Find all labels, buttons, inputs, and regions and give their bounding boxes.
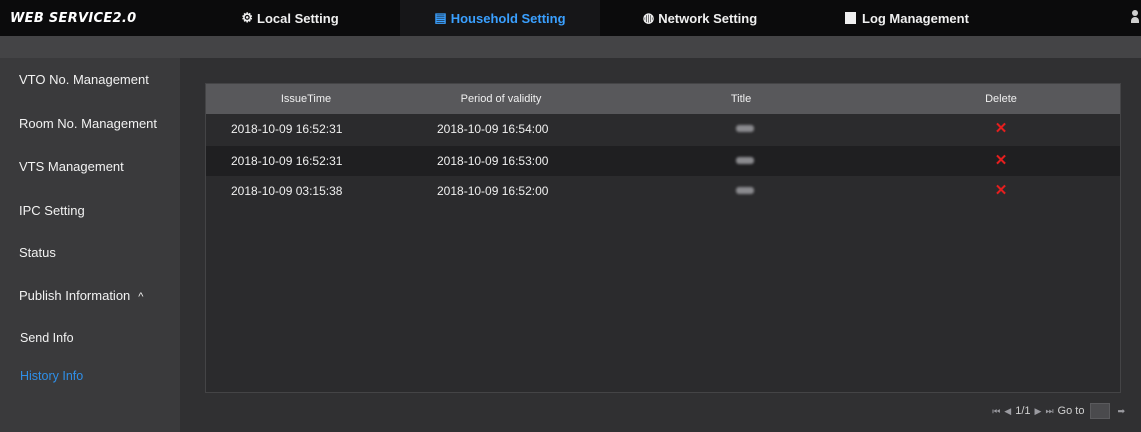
sidebar-item-ipc-setting[interactable]: IPC Setting bbox=[19, 203, 85, 218]
tab-label: Local Setting bbox=[257, 10, 339, 26]
household-icon: ▤ bbox=[434, 10, 447, 25]
table-header: IssueTime Period of validity Title Delet… bbox=[206, 84, 1120, 114]
tab-log-management[interactable]: Log Management bbox=[830, 0, 990, 36]
gear-icon: ⚙ bbox=[241, 10, 254, 25]
top-navigation-bar: WEB SERVICE2.0 ⚙ Local Setting ▤ Househo… bbox=[0, 0, 1141, 36]
last-page-icon[interactable]: ⏭ bbox=[1045, 406, 1053, 417]
first-page-icon[interactable]: ⏮ bbox=[992, 406, 1000, 417]
tab-label: Household Setting bbox=[450, 10, 566, 26]
brand-logo: WEB SERVICE2.0 bbox=[10, 11, 137, 26]
validity-cell: 2018-10-09 16:53:00 bbox=[437, 154, 549, 168]
issue-time-cell: 2018-10-09 16:52:31 bbox=[231, 154, 343, 168]
sidebar: VTO No. Management Room No. Management V… bbox=[0, 58, 180, 432]
table-row[interactable]: 2018-10-09 03:15:38 2018-10-09 16:52:00 … bbox=[206, 176, 1120, 206]
sidebar-item-publish-information[interactable]: Publish Information ^ bbox=[19, 288, 143, 303]
delete-icon[interactable]: ✕ bbox=[993, 119, 1009, 137]
tab-network-setting[interactable]: ◍ Network Setting bbox=[620, 0, 780, 36]
tab-label: Log Management bbox=[862, 10, 969, 26]
main-panel: IssueTime Period of validity Title Delet… bbox=[180, 58, 1141, 432]
title-cell-redacted bbox=[736, 125, 754, 132]
validity-cell: 2018-10-09 16:52:00 bbox=[437, 184, 549, 198]
tab-label: Network Setting bbox=[658, 10, 758, 26]
sidebar-item-room-management[interactable]: Room No. Management bbox=[19, 116, 157, 131]
sidebar-item-vts-management[interactable]: VTS Management bbox=[19, 159, 124, 174]
table-row[interactable]: 2018-10-09 16:52:31 2018-10-09 16:53:00 … bbox=[206, 146, 1120, 176]
title-cell-redacted bbox=[736, 187, 754, 194]
table-row[interactable]: 2018-10-09 16:52:31 2018-10-09 16:54:00 … bbox=[206, 114, 1120, 144]
chevron-up-icon: ^ bbox=[138, 291, 144, 303]
sidebar-item-status[interactable]: Status bbox=[19, 245, 56, 260]
log-icon bbox=[845, 12, 856, 24]
user-icon[interactable] bbox=[1131, 10, 1139, 24]
pagination: ⏮ ◀ 1/1 ▶ ⏭ Go to ➡ bbox=[992, 403, 1125, 419]
delete-icon[interactable]: ✕ bbox=[993, 181, 1009, 199]
next-page-icon[interactable]: ▶ bbox=[1035, 406, 1042, 417]
goto-label: Go to bbox=[1057, 405, 1085, 417]
sidebar-item-label: Publish Information bbox=[19, 288, 131, 303]
sidebar-item-history-info[interactable]: History Info bbox=[20, 369, 83, 383]
column-header-issue-time: IssueTime bbox=[280, 93, 332, 105]
column-header-title: Title bbox=[730, 93, 752, 105]
title-cell-redacted bbox=[736, 157, 754, 164]
column-header-validity: Period of validity bbox=[460, 93, 542, 105]
history-table: IssueTime Period of validity Title Delet… bbox=[205, 83, 1121, 393]
globe-icon: ◍ bbox=[642, 10, 655, 25]
tab-household-setting[interactable]: ▤ Household Setting bbox=[400, 0, 600, 36]
sidebar-item-send-info[interactable]: Send Info bbox=[20, 331, 74, 345]
tab-local-setting[interactable]: ⚙ Local Setting bbox=[210, 0, 370, 36]
issue-time-cell: 2018-10-09 16:52:31 bbox=[231, 122, 343, 136]
validity-cell: 2018-10-09 16:54:00 bbox=[437, 122, 549, 136]
sidebar-item-vto-management[interactable]: VTO No. Management bbox=[19, 72, 149, 87]
column-header-delete: Delete bbox=[985, 93, 1017, 105]
prev-page-icon[interactable]: ◀ bbox=[1004, 406, 1011, 417]
go-arrow-icon[interactable]: ➡ bbox=[1117, 406, 1125, 417]
header-strip bbox=[0, 36, 1141, 58]
issue-time-cell: 2018-10-09 03:15:38 bbox=[231, 184, 343, 198]
page-indicator: 1/1 bbox=[1015, 405, 1031, 417]
goto-page-input[interactable] bbox=[1090, 403, 1111, 419]
delete-icon[interactable]: ✕ bbox=[993, 151, 1009, 169]
